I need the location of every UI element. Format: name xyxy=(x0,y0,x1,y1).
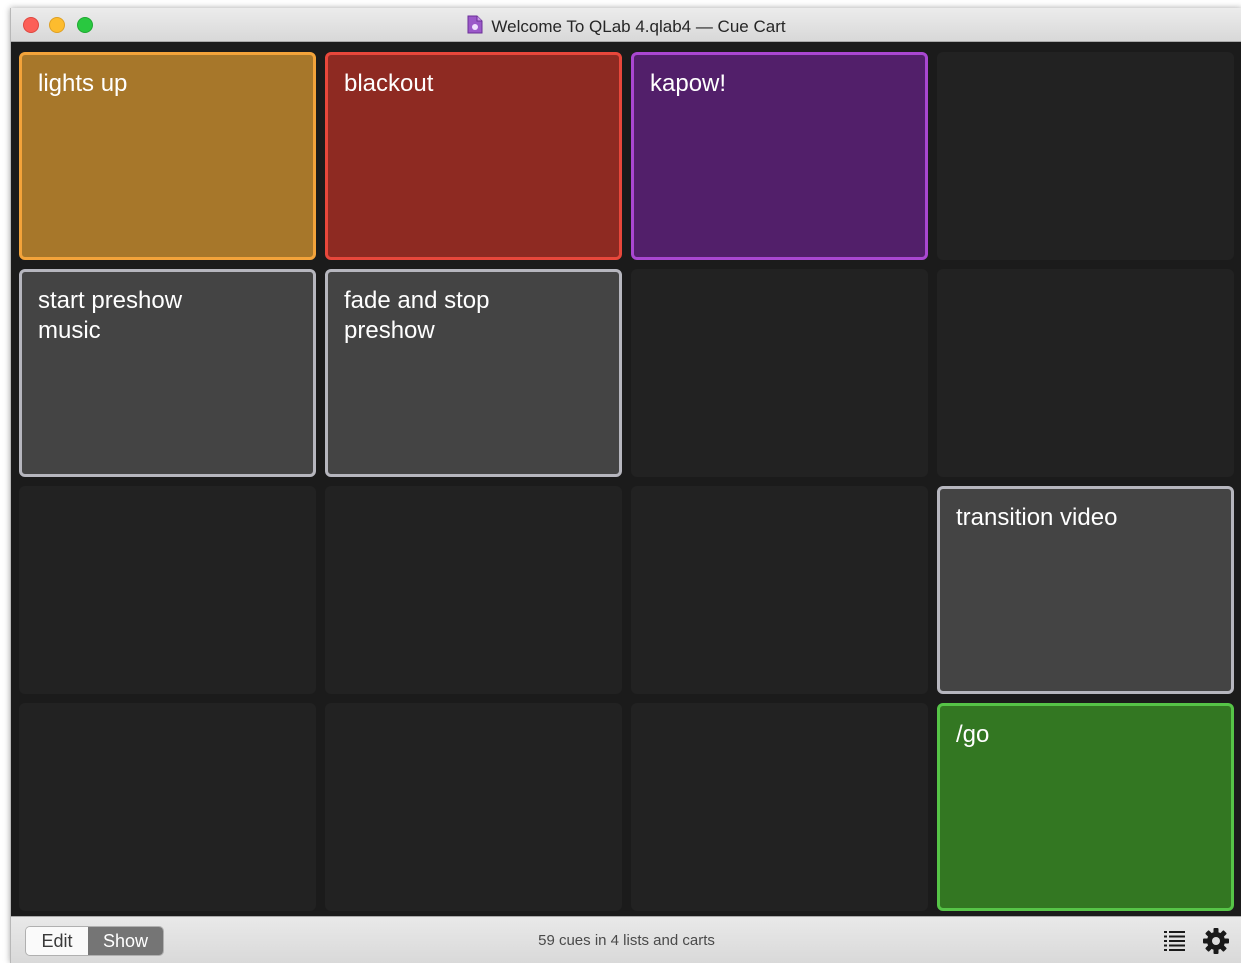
window-title: Welcome To QLab 4.qlab4 — Cue Cart xyxy=(491,17,786,36)
status-bar: Edit Show 59 cues in 4 lists and carts xyxy=(11,916,1241,963)
list-icon[interactable] xyxy=(1163,929,1187,958)
cue-label: start preshow music xyxy=(38,287,183,344)
gear-icon[interactable] xyxy=(1202,927,1230,960)
cue-button[interactable]: lights up xyxy=(19,52,316,260)
empty-cart-slot[interactable] xyxy=(937,269,1234,477)
cue-button[interactable]: /go xyxy=(937,703,1234,911)
empty-cart-slot[interactable] xyxy=(631,486,928,694)
cue-label: kapow! xyxy=(650,70,727,97)
cue-button[interactable]: transition video xyxy=(937,486,1234,694)
empty-cart-slot[interactable] xyxy=(325,703,622,911)
qlab-document-icon xyxy=(467,15,483,39)
empty-cart-slot[interactable] xyxy=(631,703,928,911)
qlab-window: Welcome To QLab 4.qlab4 — Cue Cart light… xyxy=(10,8,1241,963)
cue-label: transition video xyxy=(956,504,1118,531)
cue-label: /go xyxy=(956,721,990,748)
window-title-group: Welcome To QLab 4.qlab4 — Cue Cart xyxy=(11,15,1241,39)
cue-button[interactable]: blackout xyxy=(325,52,622,260)
title-bar[interactable]: Welcome To QLab 4.qlab4 — Cue Cart xyxy=(11,8,1241,42)
cue-count-status: 59 cues in 4 lists and carts xyxy=(538,932,715,949)
cue-button[interactable]: kapow! xyxy=(631,52,928,260)
cue-button[interactable]: start preshow music xyxy=(19,269,316,477)
cue-label: fade and stop preshow xyxy=(344,287,490,344)
empty-cart-slot[interactable] xyxy=(631,269,928,477)
cue-label: blackout xyxy=(344,70,434,97)
empty-cart-slot[interactable] xyxy=(19,486,316,694)
cue-cart-grid: lights up blackout kapow! start preshow mus… xyxy=(19,52,1235,912)
empty-cart-slot[interactable] xyxy=(937,52,1234,260)
cue-button[interactable]: fade and stop preshow xyxy=(325,269,622,477)
empty-cart-slot[interactable] xyxy=(325,486,622,694)
cue-label: lights up xyxy=(38,70,128,97)
empty-cart-slot[interactable] xyxy=(19,703,316,911)
